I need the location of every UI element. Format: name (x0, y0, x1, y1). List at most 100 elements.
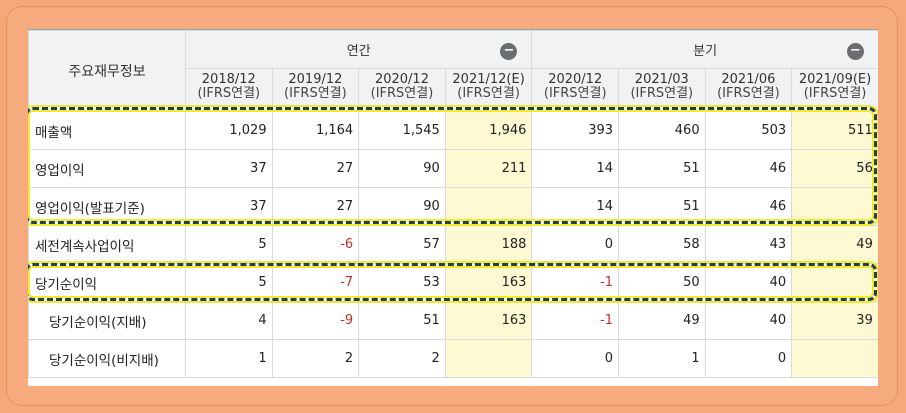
period-basis: (IFRS연결) (197, 86, 261, 101)
value-cell: 56 (791, 149, 878, 188)
period-date: 2018/12 (201, 72, 256, 87)
row-label: 영업이익 (28, 149, 186, 188)
value-cell: 1 (618, 339, 706, 378)
period-header: 2021/09(E) (IFRS연결) (791, 68, 878, 112)
row-label: 당기순이익(비지배) (28, 339, 186, 378)
value-cell: 37 (185, 149, 273, 188)
value-cell: 27 (271, 187, 360, 226)
value-cell: 14 (531, 149, 620, 188)
period-basis: (IFRS연결) (630, 86, 694, 101)
period-header: 2018/12 (IFRS연결) (185, 68, 273, 112)
period-header: 2021/03 (IFRS연결) (618, 68, 706, 112)
value-cell: 57 (358, 225, 446, 264)
annual-group-header: 연간 − (184, 30, 533, 69)
value-cell: 37 (185, 187, 273, 226)
value-cell: 58 (618, 225, 706, 264)
row-label: 당기순이익 (28, 263, 186, 302)
row-label: 매출액 (28, 111, 186, 150)
value-cell: 46 (704, 187, 793, 226)
value-cell: 27 (271, 149, 360, 188)
value-cell: 43 (704, 225, 793, 264)
value-cell: 1,545 (358, 111, 446, 150)
value-cell (791, 187, 878, 226)
value-cell: 1 (185, 339, 273, 378)
period-header: 2021/06 (IFRS연결) (704, 68, 793, 112)
value-cell: 1,164 (271, 111, 360, 150)
value-cell: 51 (358, 301, 446, 340)
value-cell: -6 (271, 225, 360, 264)
value-cell: -1 (531, 263, 620, 302)
period-header: 2019/12 (IFRS연결) (271, 68, 360, 112)
table-row: 영업이익(발표기준) 37 27 90 14 51 46 (28, 187, 878, 226)
value-cell: 393 (531, 111, 620, 150)
value-cell: 39 (791, 301, 878, 340)
value-cell: 4 (185, 301, 273, 340)
table-row: 당기순이익 5 -7 53 163 -1 50 40 (28, 263, 878, 302)
row-label: 당기순이익(지배) (28, 301, 186, 340)
value-cell: -7 (271, 263, 360, 302)
value-cell: 188 (444, 225, 533, 264)
table-row: 매출액 1,029 1,164 1,545 1,946 393 460 503 511 (28, 111, 878, 150)
table-row: 세전계속사업이익 5 -6 57 188 0 58 43 49 (28, 225, 878, 264)
financial-summary-panel: 주요재무정보 연간 − 분기 − 2018/12 (IFRS연결) 2019/12(… (28, 29, 878, 386)
row-label: 영업이익(발표기준) (28, 187, 186, 226)
value-cell: 503 (704, 111, 793, 150)
corner-label: 주요재무정보 (28, 30, 186, 112)
table-row: 당기순이익(지배) 4 -9 51 163 -1 49 40 39 (28, 301, 878, 340)
period-header: 2020/12 (IFRS연결) (531, 68, 620, 112)
value-cell: 90 (358, 187, 446, 226)
period-basis: (IFRS연결) (803, 86, 867, 101)
value-cell: 211 (444, 149, 533, 188)
table-row: 당기순이익(비지배) 1 2 2 0 1 0 (28, 339, 878, 378)
annual-group-label: 연간 (346, 44, 371, 59)
value-cell: 163 (444, 263, 533, 302)
value-cell: 2 (358, 339, 446, 378)
value-cell: -9 (271, 301, 360, 340)
period-header: 2020/12 (IFRS연결) (358, 68, 446, 112)
value-cell: 1,029 (185, 111, 273, 150)
value-cell: 90 (358, 149, 446, 188)
value-cell: 2 (271, 339, 360, 378)
value-cell: 0 (531, 339, 620, 378)
value-cell: 51 (618, 149, 706, 188)
value-cell: 0 (531, 225, 620, 264)
period-date: 2021/06 (721, 72, 776, 87)
value-cell (791, 339, 878, 378)
value-cell: 1,946 (444, 111, 533, 150)
value-cell: 5 (185, 263, 273, 302)
value-cell: 40 (704, 263, 793, 302)
value-cell: 511 (791, 111, 878, 150)
value-cell: 51 (618, 187, 706, 226)
quarterly-group-header: 분기 − (531, 30, 878, 69)
period-basis: (IFRS연결) (457, 86, 520, 101)
period-date: 2020/12 (374, 72, 429, 87)
value-cell: 49 (618, 301, 706, 340)
financial-summary-table: 주요재무정보 연간 − 분기 − 2018/12 (IFRS연결) 2019/12(… (28, 30, 878, 378)
period-date: 2019/12 (288, 72, 343, 87)
quarterly-group-label: 분기 (693, 44, 718, 59)
value-cell: 49 (791, 225, 878, 264)
period-basis: (IFRS연결) (717, 86, 780, 101)
period-basis: (IFRS연결) (284, 86, 347, 101)
value-cell: 460 (618, 111, 706, 150)
collapse-quarterly-icon[interactable]: − (846, 43, 864, 60)
period-date: 2021/09(E) (798, 72, 872, 87)
table-body: 매출액 1,029 1,164 1,545 1,946 393 460 503 511 영업이익 3… (28, 111, 878, 378)
value-cell: 0 (704, 339, 793, 378)
value-cell: 14 (531, 187, 620, 226)
collapse-annual-icon[interactable]: − (500, 43, 518, 60)
value-cell: 46 (704, 149, 793, 188)
value-cell (444, 187, 533, 226)
row-label: 세전계속사업이익 (28, 225, 186, 264)
period-basis: (IFRS연결) (370, 86, 434, 101)
value-cell: 53 (358, 263, 446, 302)
period-date: 2021/03 (634, 72, 689, 87)
value-cell: 50 (618, 263, 706, 302)
value-cell: 40 (704, 301, 793, 340)
period-date: 2021/12(E) (452, 72, 525, 87)
value-cell (444, 339, 533, 378)
value-cell (791, 263, 878, 302)
period-basis: (IFRS연결) (543, 86, 607, 101)
value-cell: 5 (185, 225, 273, 264)
table-row: 영업이익 37 27 90 211 14 51 46 56 (28, 149, 878, 188)
